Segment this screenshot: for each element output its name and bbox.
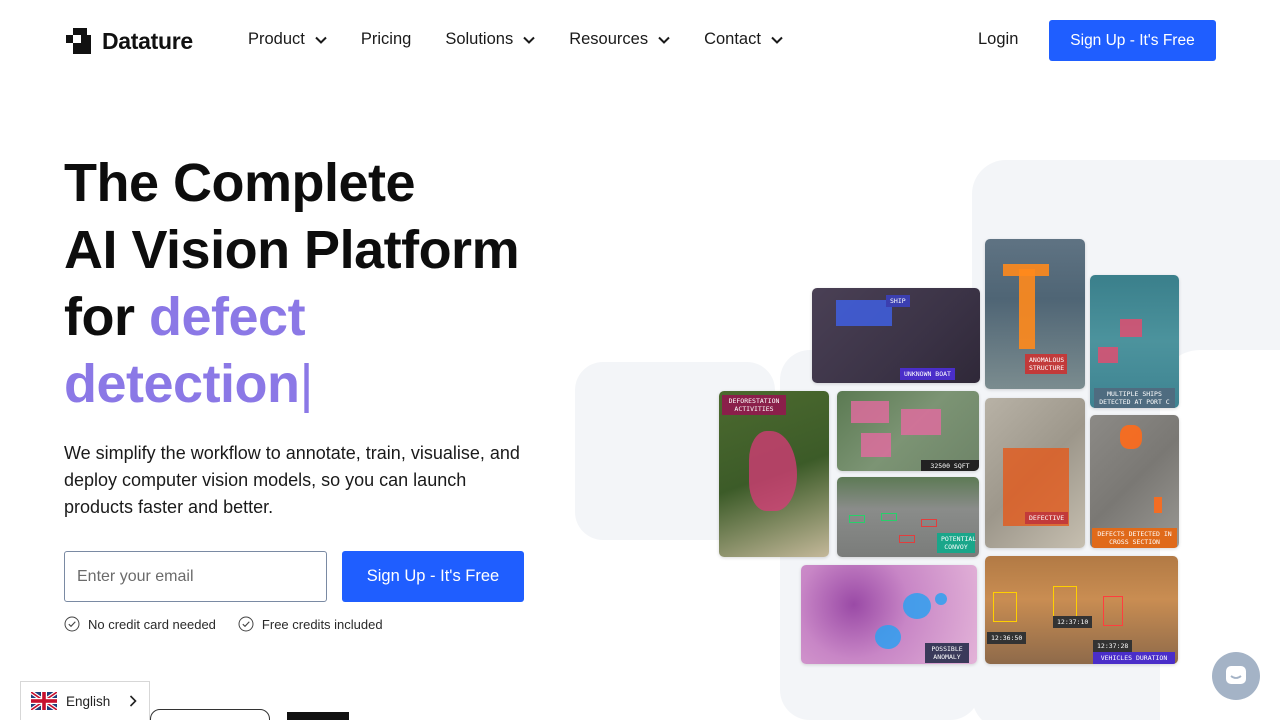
detection-mask bbox=[1019, 269, 1035, 349]
detection-tag: DEFECTS DETECTED IN CROSS SECTION bbox=[1092, 528, 1177, 548]
nav-item-label: Pricing bbox=[360, 30, 412, 48]
uk-flag-icon bbox=[31, 692, 57, 710]
partner-logo-partial bbox=[150, 709, 270, 720]
top-navigation: Datature Product Pricing Solutions Resou… bbox=[0, 0, 1280, 82]
detection-tag: 32500 SQFT OF ROOF bbox=[921, 460, 979, 471]
perk-label: Free credits included bbox=[261, 616, 383, 632]
partner-logo-partial bbox=[287, 712, 349, 720]
detection-tag: POSSIBLE ANOMALY bbox=[925, 643, 969, 663]
detection-tag: 12:37:28 bbox=[1093, 640, 1133, 652]
collage-tile-defective: DEFECTIVE bbox=[985, 398, 1085, 548]
collage-tile-ship: SHIP UNKNOWN BOAT bbox=[812, 288, 980, 383]
hero-title-line: AI Vision Platform bbox=[64, 220, 520, 280]
typing-caret: | bbox=[299, 354, 314, 414]
collage-tile-cells: POSSIBLE ANOMALY bbox=[801, 565, 977, 664]
detection-box bbox=[993, 592, 1017, 622]
detection-box bbox=[836, 300, 892, 326]
detection-mask bbox=[1098, 347, 1118, 363]
detection-tag: VEHICLES DURATION bbox=[1093, 652, 1175, 664]
nav-item-contact[interactable]: Contact bbox=[704, 30, 783, 49]
language-selector[interactable]: English bbox=[20, 681, 150, 720]
collage-tile-sea: MULTIPLE SHIPS DETECTED AT PORT C bbox=[1090, 275, 1179, 408]
nav-item-pricing[interactable]: Pricing bbox=[361, 30, 411, 49]
detection-mask bbox=[1154, 497, 1162, 513]
hero-title-line: for bbox=[64, 287, 149, 347]
perk-item: Free credits included bbox=[238, 616, 383, 632]
nav-item-label: Resources bbox=[569, 30, 649, 48]
hero-subtitle: We simplify the workflow to annotate, tr… bbox=[64, 443, 520, 517]
perk-item: No credit card needed bbox=[64, 616, 216, 632]
hero-title-accent: detection bbox=[64, 354, 300, 414]
chat-bubble-icon bbox=[1226, 666, 1246, 684]
check-circle-icon bbox=[238, 616, 254, 632]
hero-signup-button[interactable]: Sign Up - It's Free bbox=[342, 551, 524, 602]
email-input[interactable] bbox=[64, 551, 327, 602]
detection-tag: MULTIPLE SHIPS DETECTED AT PORT C bbox=[1094, 388, 1175, 408]
detection-tag: ANOMALOUS STRUCTURE bbox=[1025, 354, 1067, 374]
datature-logo-mark-icon bbox=[66, 28, 91, 54]
check-circle-icon bbox=[64, 616, 80, 632]
datature-logo[interactable]: Datature bbox=[64, 26, 193, 56]
detection-box bbox=[921, 519, 937, 527]
nav-item-label: Solutions bbox=[445, 30, 514, 48]
chevron-down-icon bbox=[523, 36, 535, 44]
detection-box bbox=[1053, 586, 1077, 620]
hero-title-line: The Complete bbox=[64, 153, 416, 213]
detection-mask bbox=[935, 593, 947, 605]
detection-tag: POTENTIAL CONVOY bbox=[937, 533, 976, 553]
perk-label: No credit card needed bbox=[88, 616, 216, 632]
chevron-down-icon bbox=[771, 36, 783, 44]
perks-list: No credit card needed Free credits inclu… bbox=[64, 616, 405, 632]
language-label: English bbox=[66, 693, 111, 709]
collage-tile-deforestation: DEFORESTATION ACTIVITIES bbox=[719, 391, 829, 557]
detection-box bbox=[1103, 596, 1123, 626]
chat-launcher[interactable] bbox=[1212, 652, 1260, 700]
nav-item-resources[interactable]: Resources bbox=[569, 30, 670, 49]
chevron-down-icon bbox=[315, 36, 327, 44]
detection-tag: DEFECTIVE bbox=[1025, 512, 1069, 524]
detection-tag: 12:37:10 bbox=[1053, 616, 1093, 628]
collage-tile-construction: 12:36:50 12:37:10 12:37:28 VEHICLES DURA… bbox=[985, 556, 1178, 664]
hero-title-accent: defect bbox=[149, 287, 306, 347]
nav-item-label: Product bbox=[248, 30, 305, 48]
detection-mask bbox=[1120, 319, 1142, 337]
detection-tag: DEFORESTATION ACTIVITIES bbox=[722, 395, 786, 415]
detection-tag: 12:36:50 bbox=[987, 632, 1027, 644]
nav-signup-button[interactable]: Sign Up - It's Free bbox=[1049, 20, 1216, 61]
detection-mask bbox=[903, 593, 931, 619]
chevron-down-icon bbox=[658, 36, 670, 44]
detection-tag: UNKNOWN BOAT bbox=[900, 368, 955, 380]
chevron-right-icon bbox=[129, 695, 137, 707]
detection-tag: SHIP bbox=[886, 295, 910, 307]
detection-box bbox=[899, 535, 915, 543]
detection-box bbox=[881, 513, 897, 521]
collage-tile-port: ANOMALOUS STRUCTURE bbox=[985, 239, 1085, 389]
brand-name: Datature bbox=[102, 27, 193, 54]
collage-tile-cross-section: DEFECTS DETECTED IN CROSS SECTION bbox=[1090, 415, 1179, 548]
collage-tile-rooftops: 32500 SQFT OF ROOF bbox=[837, 391, 979, 471]
detection-mask bbox=[861, 433, 891, 457]
detection-mask bbox=[875, 625, 901, 649]
nav-item-label: Contact bbox=[704, 30, 761, 48]
nav-item-solutions[interactable]: Solutions bbox=[445, 30, 535, 49]
collage-tile-convoy: POTENTIAL CONVOY bbox=[837, 477, 979, 557]
nav-menu: Product Pricing Solutions Resources Cont… bbox=[248, 30, 817, 49]
hero-title: The Complete AI Vision Platform for defe… bbox=[64, 150, 584, 418]
login-link[interactable]: Login bbox=[978, 30, 1018, 49]
detection-mask bbox=[851, 401, 889, 423]
detection-mask bbox=[1120, 425, 1142, 449]
detection-box bbox=[849, 515, 865, 523]
detection-mask bbox=[901, 409, 941, 435]
nav-item-product[interactable]: Product bbox=[248, 30, 327, 49]
detection-mask bbox=[749, 431, 797, 511]
